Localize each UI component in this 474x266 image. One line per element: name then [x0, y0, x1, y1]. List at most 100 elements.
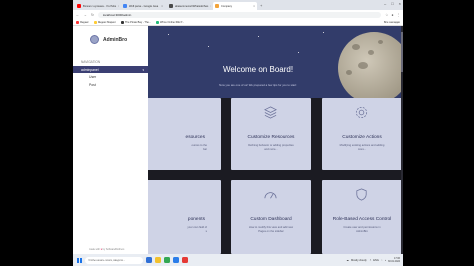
tab-favicon	[215, 4, 219, 8]
card-rbac[interactable]: Role-Based Access Control Create user an…	[322, 180, 402, 254]
made-by-text[interactable]: by SoftwareBrothers	[103, 248, 125, 251]
bookmark-label: The Pirate Bay - The...	[124, 20, 152, 24]
card-customize-actions[interactable]: Customize Actions Modifying existing act…	[322, 98, 402, 170]
dashboard-icon	[264, 192, 277, 199]
weather-text: Mostly cloudy	[351, 258, 367, 262]
card-desc-line: Create user and permissions in	[343, 226, 381, 229]
tab-favicon	[123, 4, 127, 8]
window-controls: – □ ×	[384, 1, 401, 6]
sidebar-item-label: Post	[89, 83, 96, 87]
close-icon[interactable]: ×	[210, 4, 211, 8]
card-desc-line: How to modify this view and add new	[248, 226, 294, 229]
scrollbar-thumb[interactable]	[401, 32, 403, 72]
tips-grid: esources ources to the bar Customize Reso…	[148, 26, 403, 254]
reload-icon[interactable]: ↻	[91, 13, 94, 17]
card-resources[interactable]: esources ources to the bar	[148, 98, 221, 170]
chevron-up-icon[interactable]: ˄	[370, 259, 372, 262]
bookmark[interactable]: Яндекс Маркет	[93, 20, 116, 24]
bookmark[interactable]: Яндекс	[76, 20, 89, 24]
url-field[interactable]: localhost:3000/admin	[97, 11, 382, 18]
wifi-icon[interactable]: ◔	[381, 259, 383, 262]
card-desc-line: AdminBro	[356, 230, 368, 233]
volume-icon[interactable]: ◖	[384, 259, 386, 262]
bookmark-label: Whos Online IDE P...	[160, 20, 185, 24]
sidebar-item-label: adminpanel	[81, 67, 99, 72]
bookmark-icon	[156, 20, 160, 24]
forward-icon[interactable]: →	[84, 13, 88, 17]
weather-widget[interactable]: ☁ Mostly cloudy	[346, 259, 366, 262]
profile-icon[interactable]: ●	[391, 13, 393, 17]
clock-date: 30.01.2024	[388, 260, 400, 263]
sidebar-item-adminpanel[interactable]: adminpanel ▾	[73, 66, 148, 73]
sidebar-item-user[interactable]: User	[73, 73, 148, 81]
close-icon[interactable]: ×	[118, 4, 119, 8]
maximize-icon[interactable]: □	[391, 1, 393, 6]
made-with-text: made with	[89, 248, 100, 251]
browser-tab[interactable]: abatecomeme!IWhatsdo/Ses×	[167, 2, 211, 10]
bookmark-label: Яндекс Маркет	[97, 20, 116, 24]
bookmark-icon	[93, 20, 97, 24]
star-icon[interactable]: ☆	[385, 13, 388, 17]
minimize-icon[interactable]: –	[384, 1, 386, 6]
card-description: Modifying existing actions and adding mor…	[330, 144, 394, 152]
card-customize-resources[interactable]: Customize Resources Defining behavior or…	[231, 98, 311, 170]
footer-credit: made with ♥ by SoftwareBrothers	[89, 248, 124, 251]
admin-app: AdminBro NAVIGATION adminpanel ▾ User Po…	[73, 26, 403, 254]
close-icon[interactable]: ×	[253, 4, 255, 8]
browser-tab[interactable]: Wolf.parse - Google Java ×	[121, 2, 165, 10]
shield-icon	[356, 188, 367, 201]
card-description: ources to the bar	[157, 144, 207, 152]
card-desc-line: and more...	[264, 148, 278, 151]
main-content: Welcome on Board! Now you are one of us!…	[148, 26, 403, 254]
address-bar-row: ← → ↻ localhost:3000/admin ☆ ● ⋮	[73, 10, 403, 19]
close-icon[interactable]: ×	[161, 4, 163, 8]
bookmarks-bar: Яндекс Яндекс Маркет The Pirate Bay - Th…	[73, 19, 403, 26]
system-tray: ˄ ENG ◔ ◖ 17:06 30.01.2024	[370, 257, 403, 263]
card-components[interactable]: ponents your own field of s	[148, 180, 221, 254]
card-description: your own field of s	[157, 226, 207, 234]
browser-tab[interactable]: Company ×	[213, 2, 257, 10]
tab-favicon	[77, 4, 81, 8]
card-desc-line: your own field of	[187, 226, 207, 229]
card-title: Customize Resources	[247, 135, 295, 140]
browser-tab[interactable]: Взлом с нуляшка - YouTube×	[75, 2, 119, 10]
vscode-icon[interactable]	[173, 257, 179, 263]
brand[interactable]: AdminBro	[73, 26, 148, 44]
os-taskbar: Чтобы начать поиск, введите... ☁ Mostly …	[73, 254, 403, 266]
bookmark[interactable]: The Pirate Bay - The...	[120, 20, 152, 24]
task-view-icon[interactable]	[146, 257, 152, 263]
clock[interactable]: 17:06 30.01.2024	[388, 257, 400, 263]
card-custom-dashboard[interactable]: Custom Dashboard How to modify this view…	[231, 180, 311, 254]
card-desc-line: more...	[357, 148, 367, 151]
layers-icon	[264, 106, 277, 119]
nav-heading: NAVIGATION	[81, 60, 101, 64]
screen: Взлом с нуляшка - YouTube× Wolf.parse - …	[73, 0, 403, 266]
card-desc-line: bar	[203, 148, 207, 151]
sidebar-item-post[interactable]: Post	[73, 81, 148, 89]
sidebar: AdminBro NAVIGATION adminpanel ▾ User Po…	[73, 26, 148, 254]
close-window-icon[interactable]: ×	[399, 1, 401, 6]
file-explorer-icon[interactable]	[155, 257, 161, 263]
card-title: esources	[185, 135, 205, 140]
windows-start-icon[interactable]	[77, 257, 82, 263]
cloud-icon: ☁	[346, 258, 350, 262]
menu-icon[interactable]: ⋮	[397, 13, 401, 17]
back-icon[interactable]: ←	[76, 13, 80, 17]
card-title: Role-Based Access Control	[332, 217, 392, 222]
bookmark-icon	[120, 20, 124, 24]
bookmark-icon	[76, 20, 79, 24]
search-placeholder: Чтобы начать поиск, введите...	[88, 258, 126, 262]
bookmark[interactable]: Whos Online IDE P...	[156, 20, 185, 24]
chrome-icon[interactable]	[164, 257, 170, 263]
chevron-down-icon: ▾	[142, 67, 144, 72]
browser-tab-strip: Взлом с нуляшка - YouTube× Wolf.parse - …	[73, 0, 403, 10]
new-tab-button[interactable]: +	[260, 2, 262, 10]
card-desc-line: Pages on the sidebar	[258, 230, 284, 233]
card-title: ponents	[187, 217, 205, 222]
taskbar-search-input[interactable]: Чтобы начать поиск, введите...	[85, 256, 143, 264]
card-desc-line: ources to the	[191, 144, 207, 147]
lang-indicator[interactable]: ENG	[373, 259, 379, 262]
all-bookmarks-link[interactable]: Все закладки	[384, 21, 400, 24]
tab-label: Wolf.parse - Google Java	[129, 4, 159, 8]
app-icon[interactable]	[182, 257, 188, 263]
